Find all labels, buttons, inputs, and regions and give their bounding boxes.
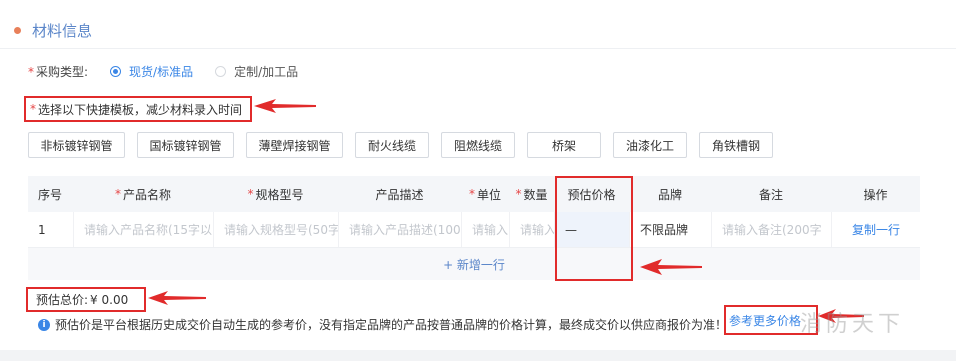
arrow-icon	[148, 291, 206, 305]
template-buttons: 非标镀锌钢管 国标镀锌钢管 薄壁焊接钢管 耐火线缆 阻燃线缆 桥架 油漆化工 角…	[28, 132, 785, 158]
section-header: 材料信息	[14, 20, 92, 41]
template-button[interactable]: 阻燃线缆	[441, 132, 515, 158]
col-desc: 产品描述	[375, 187, 424, 202]
divider	[0, 48, 956, 49]
price-column-highlight	[555, 176, 633, 281]
col-product-name: * 产品名称	[114, 187, 171, 202]
col-qty: * 数量	[515, 187, 548, 202]
total-label: 预估总价:	[36, 293, 89, 307]
radio-unchecked-icon[interactable]	[215, 66, 227, 77]
col-brand: 品牌	[657, 187, 682, 202]
purchase-type-row: * 采购类型: 现货/标准品 定制/加工品	[28, 63, 320, 80]
total-price: 预估总价: ¥ 0.00	[26, 287, 146, 312]
template-button[interactable]: 桥架	[527, 132, 601, 158]
template-tip: * 选择以下快捷模板，减少材料录入时间	[24, 96, 252, 122]
spec-input[interactable]: 请输入规格型号(50字	[213, 212, 338, 247]
radio-checked-icon[interactable]	[110, 66, 122, 77]
purchase-type-label: 采购类型:	[36, 65, 89, 79]
template-button[interactable]: 薄壁焊接钢管	[246, 132, 343, 158]
remark-input[interactable]: 请输入备注(200字	[711, 212, 831, 247]
bottom-bar	[0, 350, 956, 361]
template-button[interactable]: 耐火线缆	[355, 132, 429, 158]
price-note-text: 预估价是平台根据历史成交价自动生成的参考价，没有指定品牌的产品按普通品牌的价格计…	[55, 318, 728, 332]
radio-option-standard[interactable]: 现货/标准品	[110, 63, 193, 80]
qty-input[interactable]: 请输入	[509, 212, 554, 247]
section-title: 材料信息	[32, 22, 93, 40]
template-button[interactable]: 国标镀锌钢管	[137, 132, 234, 158]
col-index: 序号	[38, 187, 63, 202]
price-note: i 预估价是平台根据历史成交价自动生成的参考价，没有指定品牌的产品按普通品牌的价…	[38, 316, 727, 333]
template-tip-text: 选择以下快捷模板，减少材料录入时间	[38, 102, 243, 117]
row-index: 1	[38, 222, 46, 237]
product-name-input[interactable]: 请输入产品名称(15字以	[73, 212, 213, 247]
table-header: 序号 * 产品名称 * 规格型号 产品描述 * 单位 * 数量 预估价格 品牌 备注 操…	[28, 176, 920, 212]
col-action: 操作	[863, 187, 888, 202]
arrow-icon	[254, 99, 316, 113]
desc-input[interactable]: 请输入产品描述(100	[338, 212, 461, 247]
template-button[interactable]: 油漆化工	[613, 132, 687, 158]
required-mark: *	[30, 102, 36, 116]
col-unit: * 单位	[468, 187, 501, 202]
copy-row-link[interactable]: 复制一行	[831, 212, 920, 247]
watermark: 消防天下	[800, 312, 905, 337]
material-table: 序号 * 产品名称 * 规格型号 产品描述 * 单位 * 数量 预估价格 品牌 备注 操…	[28, 176, 920, 280]
col-spec: * 规格型号	[247, 187, 304, 202]
radio-label-custom: 定制/加工品	[234, 65, 299, 79]
section-dot-icon	[14, 27, 21, 34]
info-icon: i	[38, 318, 50, 331]
table-row: 1 请输入产品名称(15字以 请输入规格型号(50字 请输入产品描述(100 请…	[28, 212, 920, 248]
template-button[interactable]: 非标镀锌钢管	[28, 132, 125, 158]
col-remark: 备注	[758, 187, 783, 202]
template-button[interactable]: 角铁槽钢	[699, 132, 773, 158]
unit-input[interactable]: 请输入	[461, 212, 509, 247]
radio-label-standard: 现货/标准品	[129, 65, 194, 79]
brand-select[interactable]: 不限品牌	[629, 212, 711, 247]
arrow-icon	[640, 259, 702, 275]
radio-option-custom[interactable]: 定制/加工品	[215, 63, 298, 80]
total-value: ¥ 0.00	[90, 292, 129, 307]
more-prices-link[interactable]: 参考更多价格	[729, 312, 801, 329]
required-mark: *	[28, 64, 34, 79]
add-row-button[interactable]: + 新增一行	[28, 248, 920, 280]
